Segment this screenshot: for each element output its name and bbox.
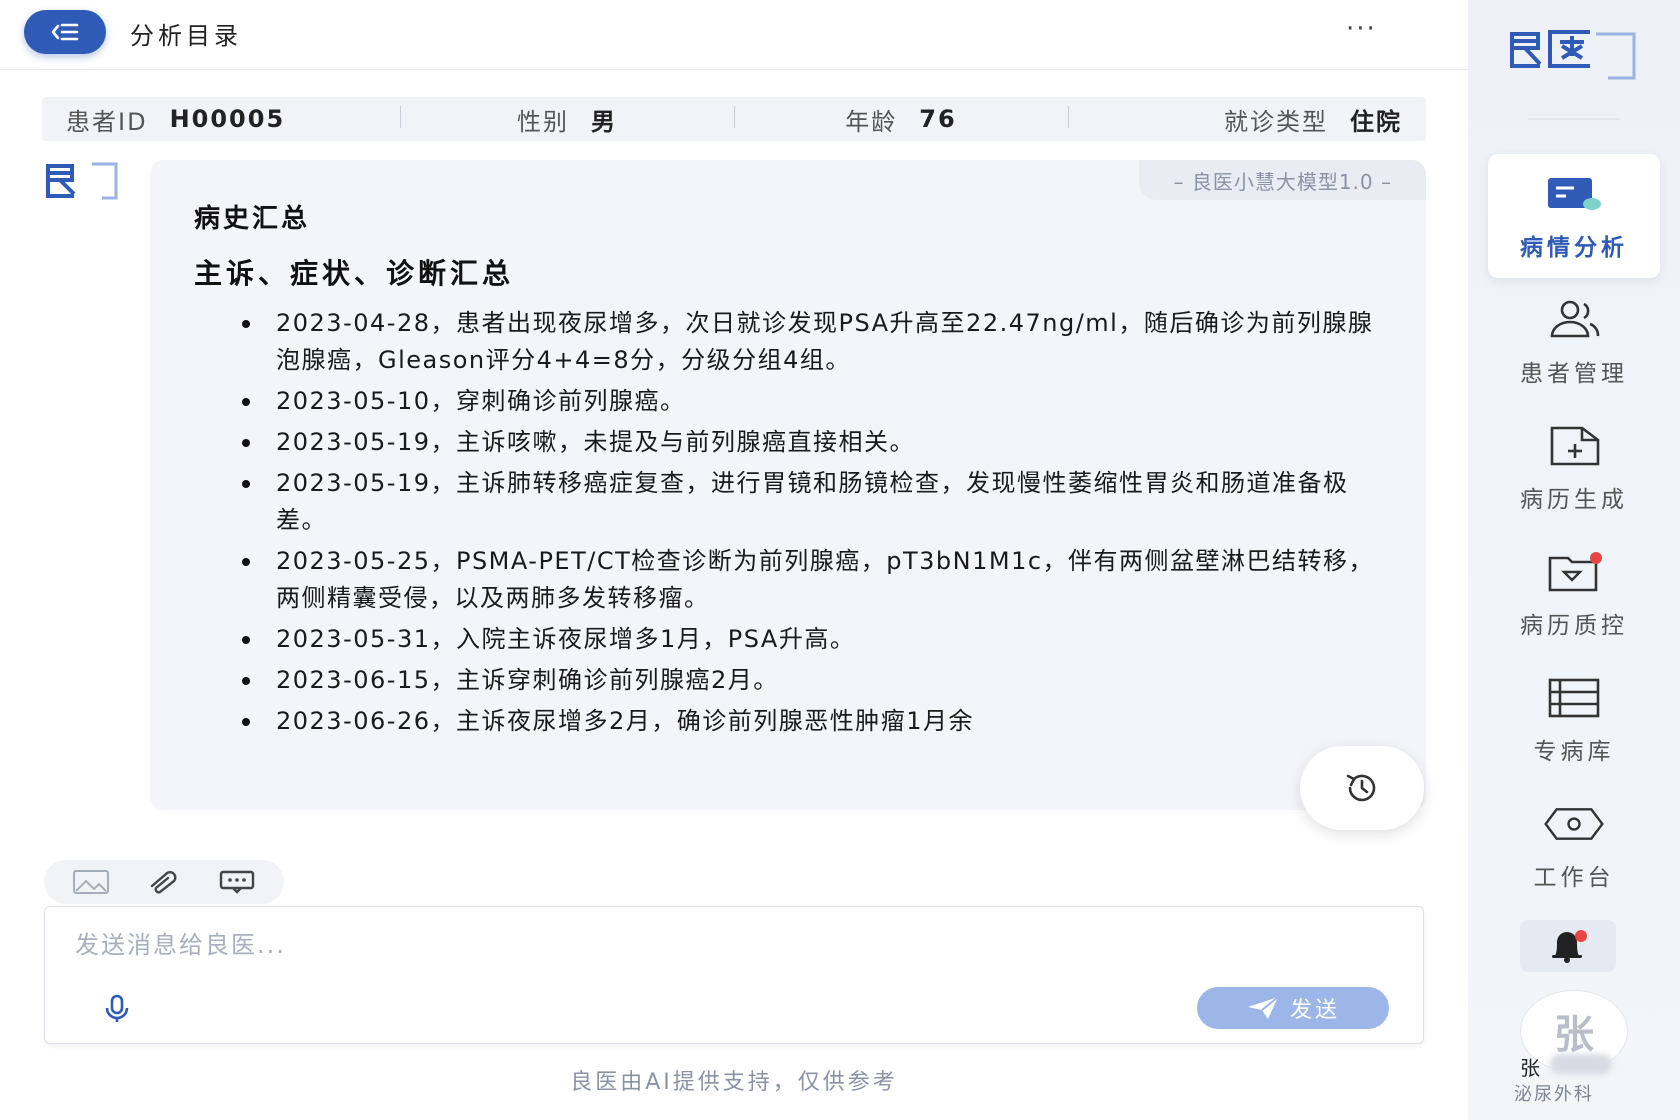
more-options-button[interactable]: ··· [1346,14,1377,44]
message-heading: 病史汇总 [194,204,311,234]
page-title: 分析目录 [130,22,242,50]
list-item: 2023-05-31，入院主诉夜尿增多1月，PSA升高。 [242,621,1386,658]
message-subheading: 主诉、症状、诊断汇总 [194,257,515,290]
ai-disclaimer: 良医由AI提供支持，仅供参考 [570,1070,898,1095]
sidebar-item-record-generate[interactable]: 病历生成 [1488,406,1660,530]
file-add-icon [1542,422,1606,470]
message-input[interactable] [75,925,1175,965]
send-button[interactable]: 发送 [1197,987,1389,1029]
collapse-menu-button[interactable] [24,10,106,54]
list-icon [1542,674,1606,722]
app-root: 分析目录 ··· 患者ID H00005 性别 男 年龄 76 就诊类型 住院 … [0,0,1680,1120]
notifications-button[interactable] [1520,920,1616,972]
message-composer: 发送 [44,906,1424,1044]
sidebar-item-label: 工作台 [1533,865,1615,891]
sidebar-item-label: 病历质控 [1520,613,1628,639]
sidebar-item-analysis[interactable]: 病情分析 [1488,154,1660,278]
list-item: 2023-05-19，主诉肺转移癌症复查，进行胃镜和肠镜检查，发现慢性萎缩性胃炎… [242,465,1386,539]
history-list: 2023-04-28，患者出现夜尿增多，次日就诊发现PSA升高至22.47ng/… [242,305,1386,744]
sidebar-item-label: 病历生成 [1520,487,1628,513]
list-item: 2023-05-19，主诉咳嗽，未提及与前列腺癌直接相关。 [242,424,1386,461]
folder-check-icon [1542,548,1606,596]
image-icon [72,870,109,894]
sidebar-item-label: 专病库 [1533,739,1615,765]
sidebar-item-workbench[interactable]: 工作台 [1488,784,1660,908]
microphone-icon [105,994,129,1022]
patient-gender: 性别 男 [400,102,734,137]
bell-icon [1552,930,1587,963]
quick-reply-button[interactable] [215,865,259,899]
history-icon [1346,774,1376,802]
user-department: 泌尿外科 [1514,1084,1594,1105]
image-upload-button[interactable] [69,865,113,899]
assistant-logo-icon [46,162,118,200]
send-icon [1247,996,1279,1019]
list-item: 2023-05-10，穿刺确诊前列腺癌。 [242,383,1386,420]
patient-age-label: 年龄 [845,107,898,136]
patient-info-bar: 患者ID H00005 性别 男 年龄 76 就诊类型 住院 [42,97,1426,141]
list-item: 2023-04-28，患者出现夜尿增多，次日就诊发现PSA升高至22.47ng/… [242,305,1386,379]
users-icon [1542,296,1606,344]
sidebar-item-patients[interactable]: 患者管理 [1488,280,1660,404]
sidebar-item-disease-db[interactable]: 专病库 [1488,658,1660,782]
list-item: 2023-05-25，PSMA-PET/CT检查诊断为前列腺癌，pT3bN1M1… [242,543,1386,617]
user-name: 张 [1520,1056,1540,1080]
history-button[interactable] [1300,746,1424,830]
voice-input-button[interactable] [97,989,137,1029]
message-icon [220,870,255,894]
patient-id: 患者ID H00005 [42,102,400,137]
sidebar-item-label: 病情分析 [1520,235,1628,261]
attach-file-button[interactable] [142,865,186,899]
patient-gender-value: 男 [591,107,617,136]
brand-logo-icon [1510,30,1636,80]
patient-visit-label: 就诊类型 [1224,107,1328,136]
patient-age-value: 76 [919,105,957,133]
sidebar-divider [1528,118,1620,120]
patient-visit-value: 住院 [1350,107,1402,136]
patient-gender-label: 性别 [517,107,569,136]
paperclip-icon [150,871,177,894]
patient-id-label: 患者ID [66,107,148,136]
input-toolbar [44,860,284,904]
list-item: 2023-06-26，主诉夜尿增多2月，确诊前列腺恶性肿瘤1月余 [242,703,1386,740]
collapse-menu-icon [51,23,79,41]
send-button-label: 发送 [1289,998,1340,1023]
top-bar: 分析目录 ··· [0,0,1468,70]
analysis-icon [1542,170,1606,218]
sidebar-item-label: 患者管理 [1520,361,1628,387]
user-name-redacted [1550,1054,1612,1074]
list-item: 2023-06-15，主诉穿刺确诊前列腺癌2月。 [242,662,1386,699]
sidebar-item-record-quality[interactable]: 病历质控 [1488,532,1660,656]
model-tag: – 良医小慧大模型1.0 – [1139,160,1426,200]
patient-id-value: H00005 [169,105,286,133]
hexagon-icon [1542,800,1606,848]
patient-age: 年龄 76 [734,102,1068,137]
assistant-message: – 良医小慧大模型1.0 – 病史汇总 主诉、症状、诊断汇总 2023-04-2… [150,160,1426,810]
patient-visit-type: 就诊类型 住院 [1068,102,1426,137]
right-sidebar: 病情分析 患者管理 病历生成 病历质控 专病库 工作台 张 张 泌尿外科 [1468,0,1680,1120]
